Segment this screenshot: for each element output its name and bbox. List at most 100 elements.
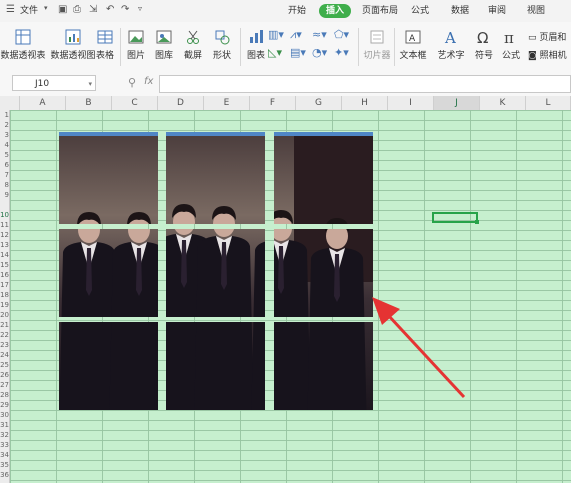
name-box[interactable]: J10 ▾	[12, 75, 96, 91]
row-header[interactable]: 4	[0, 141, 9, 149]
column-header[interactable]: C	[112, 96, 158, 110]
column-header[interactable]: E	[204, 96, 250, 110]
wordart-button[interactable]: A 艺术字	[434, 28, 468, 61]
row-header[interactable]: 5	[0, 151, 9, 159]
print-icon[interactable]: ⎙	[73, 4, 81, 15]
row-header[interactable]: 9	[0, 191, 9, 199]
column-header[interactable]: G	[296, 96, 342, 110]
column-header[interactable]: B	[66, 96, 112, 110]
photo-tile[interactable]	[274, 322, 373, 410]
column-header[interactable]: H	[342, 96, 388, 110]
slicer-button[interactable]: 切片器	[362, 28, 392, 61]
gallery-button[interactable]: 图库	[151, 28, 177, 61]
row-header[interactable]: 18	[0, 291, 9, 299]
zoom-icon[interactable]: ⚲	[128, 76, 136, 89]
row-header[interactable]: 13	[0, 241, 9, 249]
tab-view[interactable]: 视图	[527, 4, 545, 18]
row-header[interactable]: 22	[0, 331, 9, 339]
tab-formulas[interactable]: 公式	[411, 4, 429, 18]
column-header-selected[interactable]: J	[434, 96, 480, 110]
row-header[interactable]: 30	[0, 411, 9, 419]
photo-tile[interactable]	[59, 229, 158, 317]
chevron-down-icon[interactable]: ▾	[44, 4, 48, 12]
header-footer-button[interactable]: ▭ 页眉和	[528, 30, 566, 43]
row-header[interactable]: 34	[0, 451, 9, 459]
row-header[interactable]: 28	[0, 391, 9, 399]
export-icon[interactable]: ⇲	[89, 4, 97, 15]
customize-icon[interactable]: ▿	[138, 4, 142, 13]
photo-tile[interactable]	[59, 322, 158, 410]
symbol-button[interactable]: Ω 符号	[472, 28, 496, 61]
row-header[interactable]: 3	[0, 131, 9, 139]
row-header[interactable]: 24	[0, 351, 9, 359]
row-header[interactable]: 32	[0, 431, 9, 439]
stacked-chart-icon[interactable]: ▤▾	[290, 46, 306, 59]
selected-cell-j10[interactable]	[432, 212, 479, 224]
formula-input[interactable]	[159, 75, 571, 93]
tab-page-layout[interactable]: 页面布局	[362, 4, 398, 18]
tab-data[interactable]: 数据	[451, 4, 469, 18]
undo-icon[interactable]: ↶	[106, 4, 114, 15]
pivot-table-button[interactable]: 数据透视表	[0, 28, 46, 61]
save-icon[interactable]: ▣	[58, 4, 67, 15]
row-header[interactable]: 8	[0, 181, 9, 189]
fx-icon[interactable]: fx	[144, 76, 153, 87]
row-header[interactable]: 23	[0, 341, 9, 349]
trend-chart-icon[interactable]: ≈▾	[312, 28, 327, 41]
row-header[interactable]: 17	[0, 281, 9, 289]
row-header[interactable]: 11	[0, 221, 9, 229]
tab-home[interactable]: 开始	[288, 4, 306, 18]
row-header[interactable]: 26	[0, 371, 9, 379]
photo-tile[interactable]	[274, 132, 373, 224]
row-header[interactable]: 20	[0, 311, 9, 319]
area-chart-icon[interactable]: ◺▾	[268, 46, 282, 59]
row-header[interactable]: 19	[0, 301, 9, 309]
row-header[interactable]: 12	[0, 231, 9, 239]
column-header[interactable]: L	[526, 96, 571, 110]
photo-tile[interactable]	[166, 322, 265, 410]
picture-button[interactable]: 图片	[123, 28, 149, 61]
row-header[interactable]: 14	[0, 251, 9, 259]
camera-button[interactable]: ◙ 照相机	[528, 48, 567, 61]
photo-tile[interactable]	[274, 229, 373, 317]
row-header[interactable]: 31	[0, 421, 9, 429]
photo-tile[interactable]	[59, 132, 158, 224]
table-button[interactable]: 表格	[94, 28, 116, 61]
row-header-selected[interactable]: 10	[0, 211, 9, 219]
textbox-button[interactable]: A 文本框	[397, 28, 429, 61]
select-all-corner[interactable]	[0, 96, 20, 110]
row-header[interactable]: 2	[0, 121, 9, 129]
more-chart-icon[interactable]: ⬠▾	[334, 28, 349, 41]
line-chart-icon[interactable]: ⩘▾	[290, 28, 302, 42]
row-header[interactable]: 33	[0, 441, 9, 449]
formula-button[interactable]: π 公式	[499, 28, 523, 61]
column-header[interactable]: F	[250, 96, 296, 110]
photo-tile[interactable]	[166, 229, 265, 317]
row-header[interactable]: 15	[0, 261, 9, 269]
pivot-chart-button[interactable]: 数据透视图	[50, 28, 96, 61]
screenshot-button[interactable]: 截屏	[180, 28, 206, 61]
row-header[interactable]: 21	[0, 321, 9, 329]
photo-tile[interactable]	[166, 132, 265, 224]
row-header[interactable]: 16	[0, 271, 9, 279]
row-header[interactable]: 7	[0, 171, 9, 179]
menu-icon[interactable]: ☰	[6, 4, 15, 15]
pie-chart-icon[interactable]: ◔▾	[312, 46, 327, 59]
chevron-down-icon[interactable]: ▾	[88, 76, 92, 92]
column-header[interactable]: I	[388, 96, 434, 110]
column-header[interactable]: A	[20, 96, 66, 110]
shape-button[interactable]: 形状	[209, 28, 235, 61]
column-chart-icon[interactable]: ▥▾	[268, 28, 284, 41]
row-header[interactable]: 1	[0, 111, 9, 119]
tab-review[interactable]: 审阅	[488, 4, 506, 18]
row-header[interactable]: 6	[0, 161, 9, 169]
radar-chart-icon[interactable]: ✦▾	[334, 46, 349, 59]
row-header[interactable]: 25	[0, 361, 9, 369]
row-header[interactable]: 27	[0, 381, 9, 389]
tab-insert[interactable]: 插入	[319, 4, 352, 18]
file-menu[interactable]: 文件	[20, 4, 38, 18]
redo-icon[interactable]: ↷	[121, 4, 129, 15]
column-header[interactable]: K	[480, 96, 526, 110]
row-header[interactable]: 36	[0, 471, 9, 479]
row-header[interactable]: 35	[0, 461, 9, 469]
